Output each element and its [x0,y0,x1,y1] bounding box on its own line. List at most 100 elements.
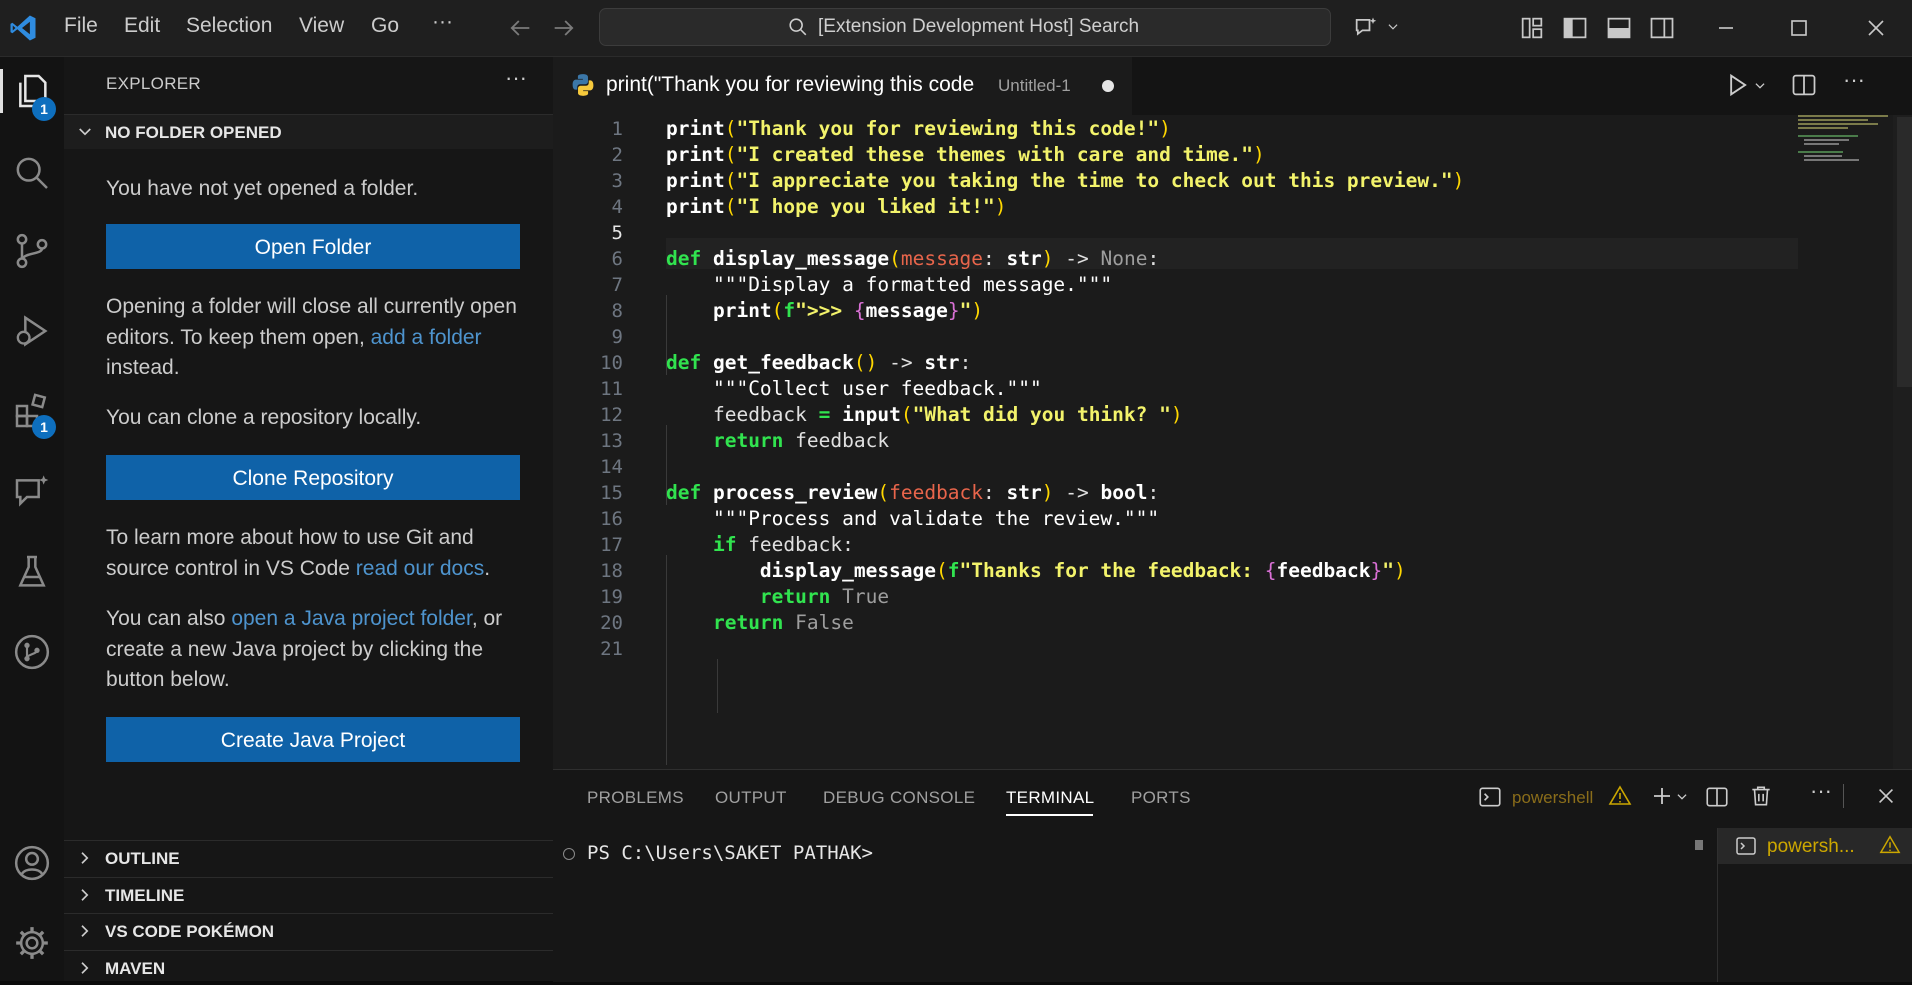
minimap-line [1798,135,1858,137]
chat-icon[interactable] [12,472,52,512]
maximize-icon[interactable] [1785,14,1813,42]
indent-guide [717,659,718,713]
menu-view[interactable]: View [299,14,344,38]
code-line-17: if feedback: [666,533,854,556]
close-icon[interactable] [1862,14,1890,42]
line-number: 20 [600,612,623,634]
close-panel-icon[interactable] [1875,785,1897,807]
menu-more[interactable]: ··· [432,10,453,34]
panel-more-actions[interactable]: ··· [1810,778,1832,804]
token: def [666,481,702,504]
tab-output[interactable]: OUTPUT [715,788,787,808]
editor-more-actions[interactable]: ··· [1843,67,1865,93]
maven-section-header[interactable]: MAVEN [64,950,553,985]
token: "Thank you for reviewing this code!" [736,117,1160,140]
line-number: 4 [611,196,623,218]
section-label: TIMELINE [105,886,185,905]
open-folder-info: Opening a folder will close all currentl… [106,292,526,384]
token: str [1006,247,1042,270]
token: () [853,351,878,374]
search-icon[interactable] [12,153,52,193]
terminal-list-item[interactable]: powersh... [1718,828,1912,864]
editor-tab-untitled-1[interactable]: print("Thank you for reviewing this code… [553,57,1132,115]
forward-arrow-icon[interactable] [550,14,578,42]
scrollbar-thumb[interactable] [1897,117,1912,387]
token: feedback [1276,559,1371,582]
timeline-section-header[interactable]: TIMELINE [64,877,553,912]
create-java-project-button[interactable]: Create Java Project [106,717,520,762]
search-icon [789,18,807,36]
unsaved-dot-icon[interactable] [1102,80,1114,92]
warning-icon[interactable] [1608,784,1632,808]
no-folder-section-header[interactable]: NO FOLDER OPENED [64,114,553,149]
warning-icon [1879,835,1901,854]
minimap[interactable] [1798,115,1893,769]
chevron-down-icon[interactable] [1675,790,1689,804]
run-play-icon[interactable] [1723,71,1751,99]
toggle-primary-sidebar-icon[interactable] [1561,14,1589,42]
token: { [1264,559,1277,582]
menu-selection[interactable]: Selection [186,14,272,38]
terminal-icon [1736,837,1756,855]
token: None [1100,247,1148,270]
menu-file[interactable]: File [64,14,98,38]
token: return [712,611,784,634]
toggle-secondary-sidebar-icon[interactable] [1648,14,1676,42]
token: feedback: [736,533,854,556]
command-search-box[interactable]: [Extension Development Host] Search [599,8,1331,46]
add-folder-link[interactable]: add a folder [371,326,482,349]
chevron-down-icon[interactable] [1386,20,1400,34]
sidebar-more-actions[interactable]: ··· [505,65,527,91]
open-folder-button[interactable]: Open Folder [106,224,520,269]
tab-terminal[interactable]: TERMINAL [1006,788,1094,808]
code-editor[interactable]: 1 2 3 4 5 6 7 8 9 10 11 12 13 14 15 16 1… [553,115,1912,769]
chevron-down-icon[interactable] [1753,79,1767,93]
customize-layout-icon[interactable] [1518,14,1546,42]
tab-debug-console[interactable]: DEBUG CONSOLE [823,788,975,808]
read-docs-link[interactable]: read our docs [356,557,484,580]
settings-gear-icon[interactable] [12,923,52,963]
shell-name[interactable]: powershell [1512,788,1593,808]
minimap-line [1798,151,1843,153]
terminal-prompt[interactable]: PS C:\Users\SAKET PATHAK> [587,842,873,864]
line-number: 5 [611,222,623,244]
menu-edit[interactable]: Edit [124,14,160,38]
token: ( [724,195,737,218]
tab-ports[interactable]: PORTS [1131,788,1191,808]
token: = [818,403,831,426]
explorer-sidebar: EXPLORER ··· NO FOLDER OPENED You have n… [64,57,553,981]
info-text: You can also [106,607,232,630]
tab-problems[interactable]: PROBLEMS [587,788,684,808]
editor-scrollbar[interactable] [1893,115,1912,769]
account-icon[interactable] [12,843,52,883]
line-number: 11 [600,378,623,400]
open-java-folder-link[interactable]: open a Java project folder [231,607,472,630]
source-control-icon[interactable] [12,231,52,271]
minimap-line [1804,139,1849,141]
toggle-panel-icon[interactable] [1605,14,1633,42]
activity-bar: 1 1 [0,57,64,981]
token: "I appreciate you taking the time to che… [736,169,1453,192]
trash-icon[interactable] [1748,783,1774,809]
terminal-scrollbar[interactable] [1695,840,1703,850]
copilot-chat-icon[interactable] [1352,14,1380,42]
git-graph-icon[interactable] [12,632,52,672]
split-editor-icon[interactable] [1790,71,1818,99]
outline-section-header[interactable]: OUTLINE [64,840,553,875]
minimap-line [1804,155,1842,157]
pokemon-section-header[interactable]: VS CODE POKÉMON [64,913,553,948]
code-line-2: print("I created these themes with care … [666,143,1265,166]
split-terminal-icon[interactable] [1704,784,1730,810]
token: ) [1159,117,1171,140]
new-terminal-plus-icon[interactable] [1650,784,1674,808]
minimize-icon[interactable] [1712,14,1740,42]
back-arrow-icon[interactable] [506,14,534,42]
token: f [947,559,960,582]
token: : [1147,481,1160,504]
minimap-line [1798,123,1878,125]
minimap-line [1798,115,1888,117]
clone-repository-button[interactable]: Clone Repository [106,455,520,500]
testing-flask-icon[interactable] [12,552,52,592]
run-debug-icon[interactable] [12,311,52,351]
menu-go[interactable]: Go [371,14,399,38]
